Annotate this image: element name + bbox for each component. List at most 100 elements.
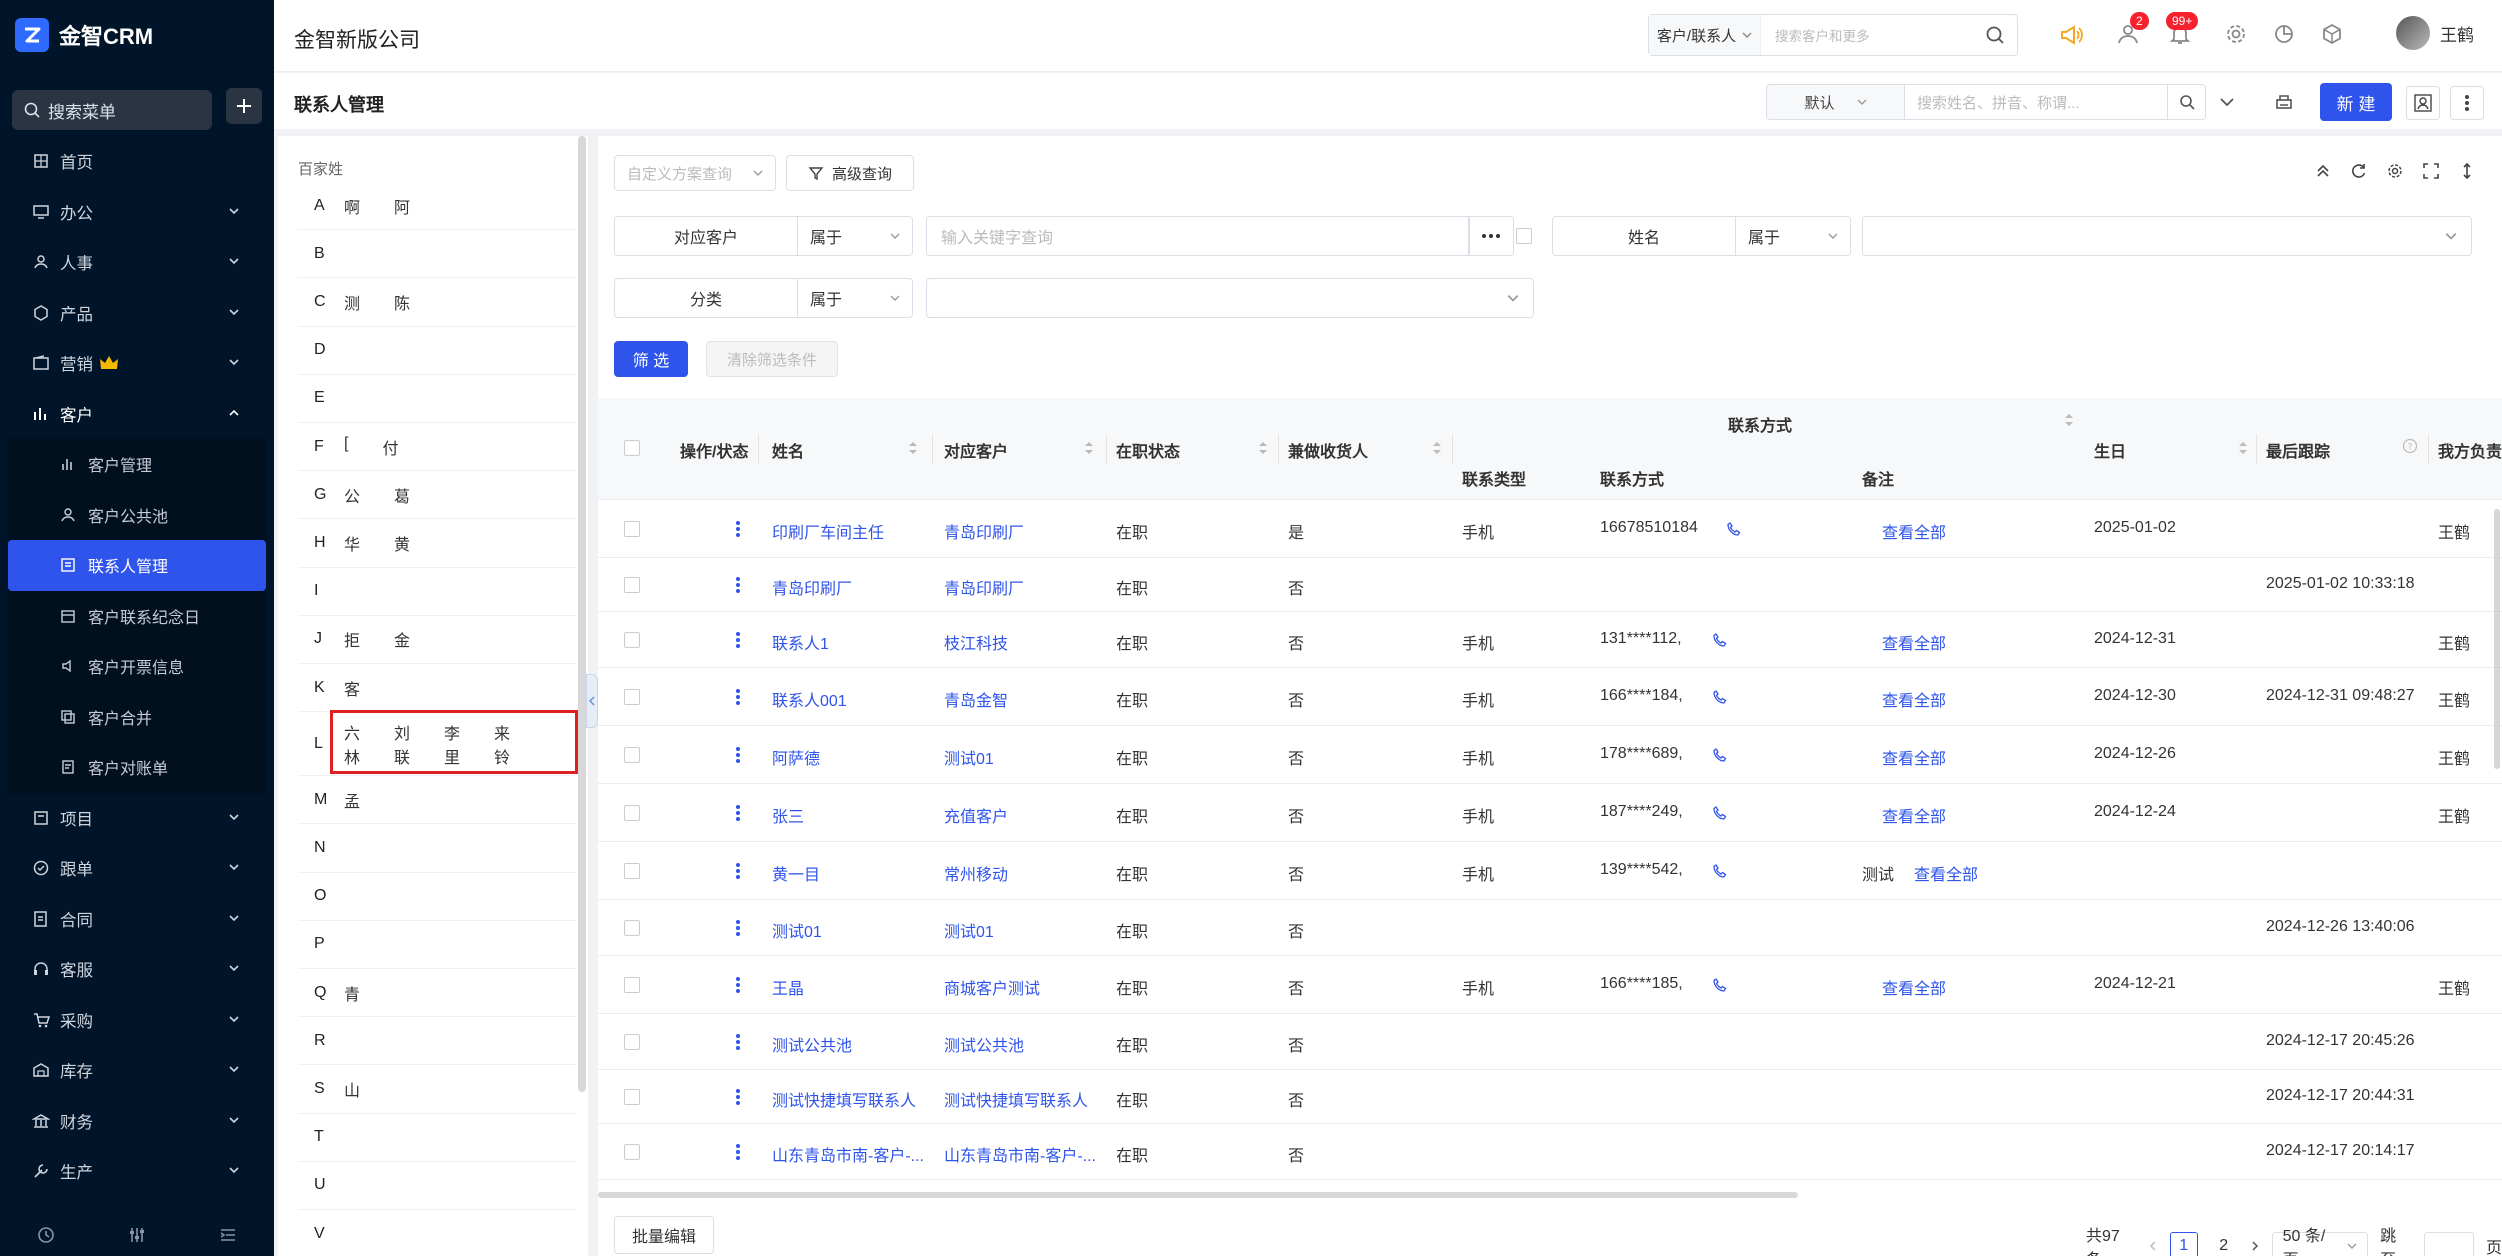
row-checkbox[interactable] (624, 920, 640, 936)
contact-search-input[interactable]: 搜索姓名、拼音、称谓... (1904, 84, 2168, 120)
table-row[interactable]: 张三 充值客户 在职 否 手机 187****249, 查看全部 2024-12-24 王鹤 (598, 784, 2502, 842)
sidebar-item-contract[interactable]: 合同 (0, 894, 274, 945)
surname-item[interactable]: 孟 (344, 788, 360, 812)
filter-customer-input[interactable]: 输入关键字查询 (926, 216, 1470, 256)
sidebar-item-project[interactable]: 项目 (0, 793, 274, 844)
help-icon[interactable]: ? (2402, 438, 2418, 454)
sidebar-subitem-customer-pool[interactable]: 客户公共池 (8, 490, 266, 541)
gear-icon[interactable] (2386, 162, 2404, 180)
chevron-right-icon[interactable] (2250, 1240, 2260, 1252)
sidebar-item-office[interactable]: 办公 (0, 187, 274, 238)
phone-icon[interactable] (1712, 747, 1728, 763)
customer-link[interactable]: 商城客户测试 (944, 975, 1040, 999)
surname-item[interactable]: 啊 (344, 194, 360, 218)
phone-icon[interactable] (1712, 805, 1728, 821)
collapse-panel-button[interactable] (586, 674, 598, 728)
customer-link[interactable]: 测试公共池 (944, 1032, 1024, 1056)
row-checkbox[interactable] (624, 747, 640, 763)
surname-item[interactable]: 陈 (394, 290, 410, 314)
select-all-checkbox[interactable] (624, 440, 640, 456)
surname-panel-scrollbar[interactable] (578, 136, 586, 1092)
col-status[interactable]: 在职状态 (1116, 438, 1180, 462)
sort-icon[interactable] (1084, 440, 1094, 456)
row-actions-icon[interactable] (736, 746, 740, 764)
fullscreen-icon[interactable] (2422, 162, 2440, 180)
table-row[interactable]: 印刷厂车间主任 青岛印刷厂 在职 是 手机 16678510184 查看全部 2025-01-… (598, 500, 2502, 558)
announcement-icon[interactable] (2058, 22, 2084, 48)
printer-icon[interactable] (2274, 93, 2294, 113)
page-1[interactable]: 1 (2169, 1232, 2198, 1256)
table-row[interactable]: 联系人1 枝江科技 在职 否 手机 131****112, 查看全部 2024-12-31 王鹤 (598, 612, 2502, 668)
pie-chart-icon[interactable] (2272, 22, 2296, 46)
surname-item[interactable]: [ (344, 435, 348, 459)
filter-customer-picker-button[interactable] (1468, 216, 1514, 256)
table-row[interactable]: 联系人001 青岛金智 在职 否 手机 166****184, 查看全部 2024-12-30… (598, 668, 2502, 726)
view-all-link[interactable]: 查看全部 (1882, 975, 1946, 999)
sliders-icon[interactable] (127, 1225, 147, 1245)
sidebar-subitem-anniversary[interactable]: 客户联系纪念日 (8, 591, 266, 642)
table-row[interactable]: 青岛印刷厂 青岛印刷厂 在职 否 2025-01-02 10:33:18 (598, 558, 2502, 612)
sidebar-item-finance[interactable]: 财务 (0, 1096, 274, 1147)
page-size-select[interactable]: 50 条/页 (2271, 1228, 2369, 1256)
contact-profile-button[interactable] (2406, 86, 2440, 120)
sort-icon[interactable] (1432, 440, 1442, 456)
history-icon[interactable] (36, 1225, 56, 1245)
surname-item[interactable]: 黄 (394, 531, 410, 555)
customer-link[interactable]: 枝江科技 (944, 630, 1008, 654)
contact-search-button[interactable] (2168, 84, 2206, 120)
contact-name-link[interactable]: 王晶 (772, 975, 804, 999)
jump-page-input[interactable] (2424, 1232, 2474, 1256)
filter-category-operator[interactable]: 属于 (797, 278, 913, 318)
col-receiver[interactable]: 兼做收货人 (1288, 438, 1368, 462)
row-actions-icon[interactable] (736, 976, 740, 994)
table-horizontal-scrollbar[interactable] (598, 1192, 1798, 1198)
customer-link[interactable]: 常州移动 (944, 861, 1008, 885)
contact-name-link[interactable]: 黄一目 (772, 861, 820, 885)
view-all-link[interactable]: 查看全部 (1914, 861, 1978, 885)
col-contact-group[interactable]: 联系方式 (1728, 412, 1792, 436)
table-row[interactable]: 测试公共池 测试公共池 在职 否 2024-12-17 20:45:26 (598, 1014, 2502, 1070)
sidebar-item-home[interactable]: 首页 (0, 136, 274, 187)
row-actions-icon[interactable] (736, 1143, 740, 1161)
table-row[interactable]: 山东青岛市南-客户-... 山东青岛市南-客户-... 在职 否 2024-12-17 … (598, 1124, 2502, 1180)
row-actions-icon[interactable] (736, 1088, 740, 1106)
sort-icon[interactable] (2064, 412, 2074, 428)
sidebar-item-purchase[interactable]: 采购 (0, 995, 274, 1046)
surname-item[interactable]: 华 (344, 531, 360, 555)
contact-name-link[interactable]: 青岛印刷厂 (772, 575, 852, 599)
filter-name-select[interactable] (1862, 216, 2472, 256)
table-vertical-scrollbar[interactable] (2494, 509, 2500, 769)
package-icon[interactable] (2320, 22, 2344, 46)
row-actions-icon[interactable] (736, 804, 740, 822)
row-checkbox[interactable] (624, 632, 640, 648)
row-checkbox[interactable] (624, 521, 640, 537)
phone-icon[interactable] (1712, 977, 1728, 993)
sidebar-item-hr[interactable]: 人事 (0, 237, 274, 288)
row-checkbox[interactable] (624, 689, 640, 705)
customer-link[interactable]: 青岛金智 (944, 687, 1008, 711)
surname-item[interactable]: 客 (344, 676, 360, 700)
chevron-down-icon[interactable] (2218, 93, 2236, 111)
view-all-link[interactable]: 查看全部 (1882, 630, 1946, 654)
surname-item[interactable]: 拒 (344, 627, 360, 651)
gear-icon[interactable] (2224, 22, 2248, 46)
customer-link[interactable]: 测试01 (944, 918, 994, 942)
col-name[interactable]: 姓名 (772, 438, 804, 462)
row-actions-icon[interactable] (736, 1033, 740, 1051)
view-all-link[interactable]: 查看全部 (1882, 745, 1946, 769)
row-height-icon[interactable] (2458, 162, 2476, 180)
add-menu-button[interactable] (226, 88, 262, 124)
sidebar-item-customer[interactable]: 客户 (0, 389, 274, 440)
row-checkbox[interactable] (624, 863, 640, 879)
phone-icon[interactable] (1712, 863, 1728, 879)
chevron-left-icon[interactable] (2148, 1240, 2158, 1252)
view-select[interactable]: 默认 (1766, 84, 1904, 120)
contact-name-link[interactable]: 测试01 (772, 918, 822, 942)
filter-customer-operator[interactable]: 属于 (797, 216, 913, 256)
view-all-link[interactable]: 查看全部 (1882, 803, 1946, 827)
sort-icon[interactable] (1258, 440, 1268, 456)
contact-name-link[interactable]: 张三 (772, 803, 804, 827)
row-checkbox[interactable] (624, 805, 640, 821)
more-actions-button[interactable] (2450, 86, 2484, 120)
sidebar-item-service[interactable]: 客服 (0, 944, 274, 995)
